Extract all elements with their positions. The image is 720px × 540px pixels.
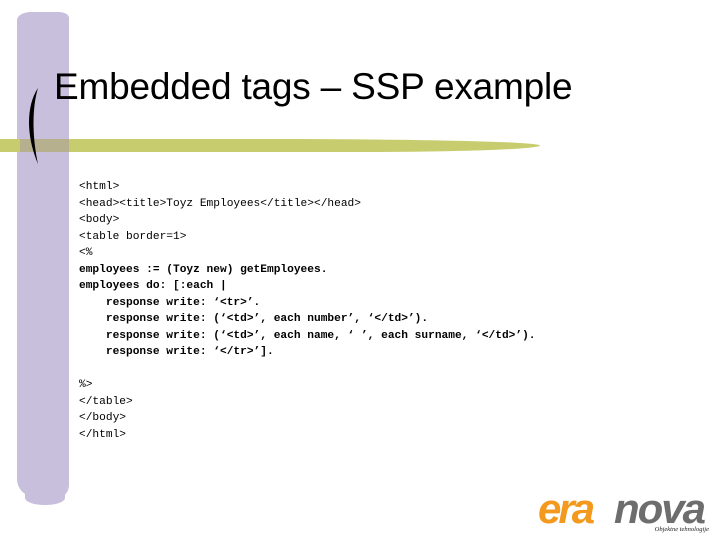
code-line: employees do: [:each | bbox=[79, 280, 227, 292]
code-line: <body> bbox=[79, 214, 120, 226]
code-line: </body> bbox=[79, 412, 126, 424]
code-line: response write: ‘<tr>’. bbox=[79, 296, 261, 309]
logo-tagline: Objektne tehnologije bbox=[654, 526, 709, 533]
code-line: %> bbox=[79, 379, 93, 391]
code-line: <head><title>Toyz Employees</title></hea… bbox=[79, 197, 361, 210]
code-line: <table border=1> bbox=[79, 230, 187, 243]
logo-era-text: era bbox=[538, 485, 595, 532]
code-line: response write: (‘<td>’, each number’, ‘… bbox=[79, 313, 429, 325]
code-block: <html> <head><title>Toyz Employees</title… bbox=[79, 179, 536, 443]
code-line: response write: (‘<td>’, each name, ‘ ’,… bbox=[79, 329, 536, 342]
decorative-horizontal-bar bbox=[0, 139, 540, 152]
code-line: </html> bbox=[79, 428, 126, 441]
slide-title: Embedded tags – SSP example bbox=[54, 66, 573, 107]
eranova-logo: era nova Objektne tehnologije bbox=[538, 488, 713, 538]
code-line: employees := (Toyz new) getEmployees. bbox=[79, 263, 328, 276]
code-line: </table> bbox=[79, 395, 133, 408]
logo-nova-text: nova bbox=[614, 485, 706, 532]
code-line: <% bbox=[79, 247, 93, 259]
code-line: <html> bbox=[79, 181, 120, 193]
code-line: response write: ‘</tr>’]. bbox=[79, 346, 274, 358]
